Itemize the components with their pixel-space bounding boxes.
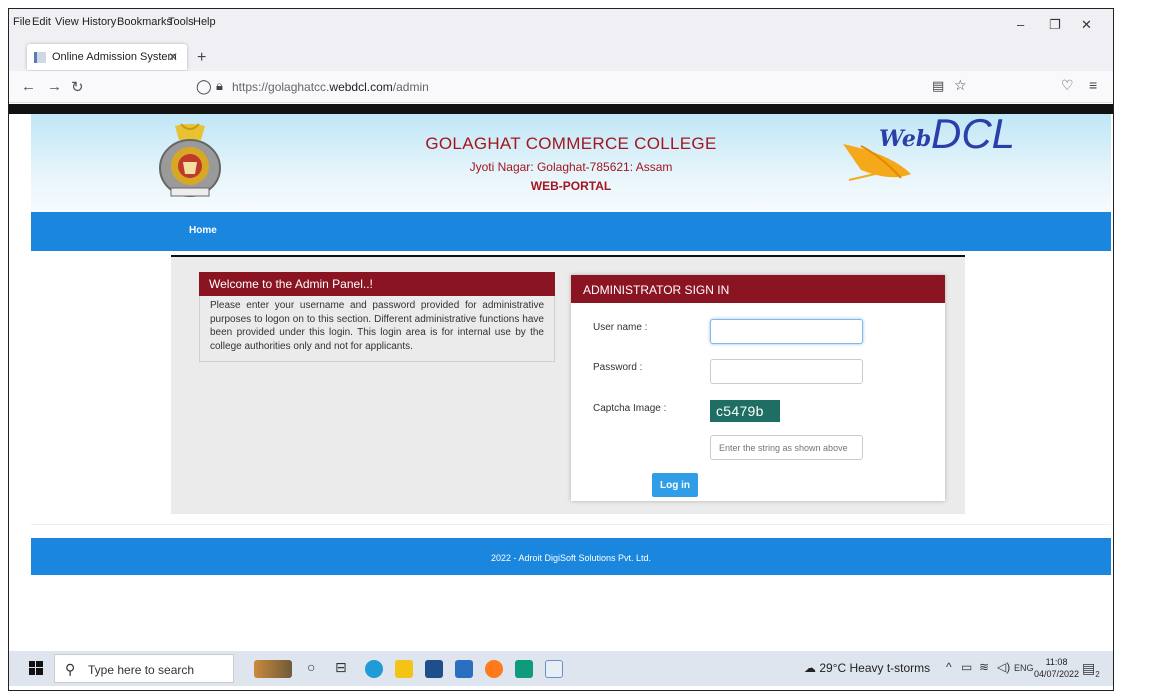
site-navbar: Home	[31, 212, 1111, 251]
menu-hamburger-icon[interactable]: ≡	[1089, 77, 1097, 93]
tray-chevron-icon[interactable]: ^	[946, 660, 952, 674]
site-header: GOLAGHAT COMMERCE COLLEGE Jyoti Nagar: G…	[31, 114, 1111, 212]
firefox-icon[interactable]	[485, 660, 503, 678]
pocket-icon[interactable]: ♡	[1061, 77, 1074, 94]
captcha-input[interactable]	[710, 435, 863, 460]
menu-bookmarks[interactable]: Bookmarks	[117, 16, 172, 28]
captcha-image: c5479b	[710, 400, 780, 422]
news-widget-icon[interactable]	[254, 660, 292, 678]
task-view-icon[interactable]: ⊟	[335, 659, 347, 676]
address-bar[interactable]: ◯ 🔒︎ https://golaghatcc.webdcl.com/admin…	[194, 75, 1014, 99]
wifi-icon[interactable]: ≋	[979, 660, 989, 674]
welcome-title: Welcome to the Admin Panel..!	[199, 272, 555, 296]
file-explorer-icon[interactable]	[395, 660, 413, 678]
menu-help[interactable]: Help	[193, 16, 216, 28]
clock-time: 11:08	[1045, 657, 1068, 667]
back-icon[interactable]: ←	[21, 78, 36, 95]
tracking-shield-icon[interactable]: ◯	[196, 78, 212, 95]
menu-view[interactable]: View	[55, 16, 79, 28]
forward-icon[interactable]: →	[47, 78, 62, 95]
restore-icon[interactable]: ❐	[1049, 17, 1061, 33]
reader-view-icon[interactable]: ▤	[932, 78, 944, 94]
language-indicator[interactable]: ENG	[1014, 663, 1034, 673]
minimize-icon[interactable]: –	[1017, 17, 1024, 32]
webdcl-logo: Web DCL	[843, 114, 1015, 181]
cortana-icon[interactable]: ○	[307, 659, 315, 675]
notepad-icon[interactable]	[545, 660, 563, 678]
weather-text[interactable]: ☁ 29°C Heavy t-storms	[804, 661, 930, 675]
password-label: Password :	[593, 362, 643, 373]
tab-title: Online Admission System	[52, 51, 177, 63]
menu-tools[interactable]: Tools	[168, 16, 194, 28]
page-favicon-icon	[34, 52, 46, 63]
admin-login-panel: ADMINISTRATOR SIGN IN User name : Passwo…	[571, 275, 945, 501]
new-tab-icon[interactable]: +	[197, 49, 206, 67]
captcha-label: Captcha Image :	[593, 403, 667, 414]
system-clock[interactable]: 11:08 04/07/2022	[1034, 656, 1079, 680]
menu-file[interactable]: File	[13, 16, 31, 28]
footer-text: 2022 - Adroit DigiSoft Solutions Pvt. Lt…	[490, 553, 652, 563]
username-label: User name :	[593, 322, 648, 333]
svg-text:DCL: DCL	[931, 114, 1015, 157]
username-input[interactable]	[710, 319, 863, 344]
menu-history[interactable]: History	[82, 16, 116, 28]
close-tab-icon[interactable]: ✕	[168, 50, 178, 64]
mail-icon[interactable]	[455, 660, 473, 678]
clock-date: 04/07/2022	[1034, 669, 1080, 679]
tab-bar: Online Admission System ✕ +	[9, 35, 1113, 71]
login-button[interactable]: Log in	[652, 473, 698, 497]
password-input[interactable]	[710, 359, 863, 384]
lock-icon[interactable]: 🔒︎	[216, 78, 223, 94]
bookmark-star-icon[interactable]: ☆	[954, 77, 967, 94]
weather-icon: ☁	[804, 661, 820, 675]
welcome-text: Please enter your username and password …	[199, 296, 555, 362]
url-text: https://golaghatcc.webdcl.com/admin	[232, 80, 429, 94]
volume-icon[interactable]: ◁)	[997, 660, 1010, 674]
svg-text:Web: Web	[879, 126, 931, 152]
tab-online-admission[interactable]: Online Admission System ✕	[27, 44, 187, 70]
main-content: Welcome to the Admin Panel..! Please ent…	[171, 257, 965, 514]
site-footer: 2022 - Adroit DigiSoft Solutions Pvt. Lt…	[31, 538, 1111, 575]
reload-icon[interactable]: ↻	[71, 78, 84, 96]
edge-icon[interactable]	[365, 660, 383, 678]
nav-home-link[interactable]: Home	[189, 225, 217, 236]
search-icon: ⚲	[65, 661, 76, 677]
notification-icon[interactable]: ▤2	[1082, 660, 1100, 679]
close-window-icon[interactable]: ✕	[1081, 17, 1092, 33]
browser-window: File Edit View History Bookmarks Tools H…	[8, 8, 1114, 691]
store-icon[interactable]	[425, 660, 443, 678]
page-top-border	[9, 104, 1113, 114]
windows-taskbar: ⚲ Type here to search ○ ⊟ ☁ 29°C Heavy t…	[9, 651, 1113, 686]
navigation-bar: ← → ↻ ◯ 🔒︎ https://golaghatcc.webdcl.com…	[9, 71, 1113, 103]
windows-start-icon[interactable]	[29, 661, 43, 675]
footer-divider	[31, 524, 1111, 525]
taskbar-search[interactable]: ⚲ Type here to search	[54, 654, 234, 683]
network-icon[interactable]: ▭	[961, 660, 972, 674]
menu-bar: File Edit View History Bookmarks Tools H…	[9, 9, 1113, 35]
login-title: ADMINISTRATOR SIGN IN	[571, 275, 945, 303]
menu-edit[interactable]: Edit	[32, 16, 51, 28]
app-icon[interactable]	[515, 660, 533, 678]
search-placeholder: Type here to search	[88, 663, 195, 677]
